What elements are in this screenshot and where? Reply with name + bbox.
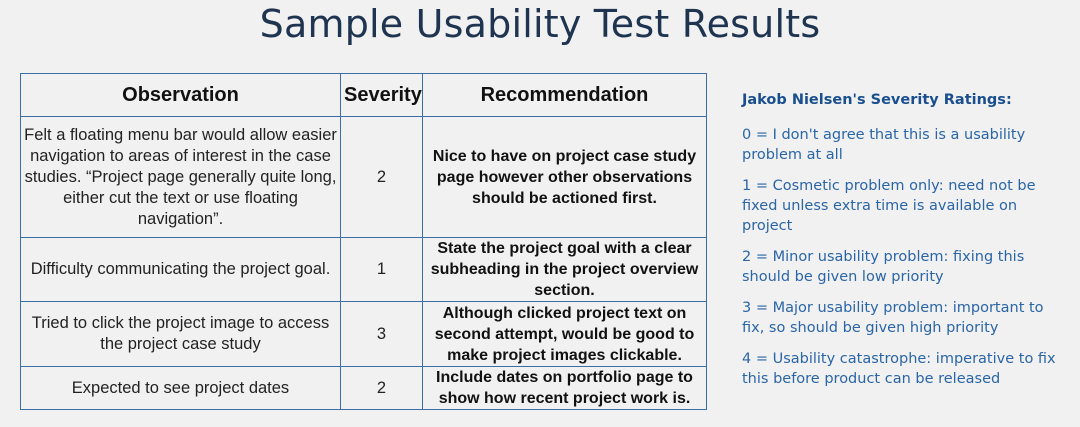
header-severity: Severity bbox=[340, 73, 423, 117]
header-recommendation: Recommendation bbox=[422, 73, 707, 117]
severity-cell: 1 bbox=[340, 237, 423, 302]
recommendation-cell: Although clicked project text on second … bbox=[422, 301, 707, 367]
recommendation-cell: Nice to have on project case study page … bbox=[422, 116, 707, 238]
severity-cell: 2 bbox=[340, 366, 423, 410]
ratings-heading: Jakob Nielsen's Severity Ratings: bbox=[742, 92, 1012, 108]
rating-item-1: 1 = Cosmetic problem only: need not be f… bbox=[742, 178, 1036, 234]
severity-ratings-panel: Jakob Nielsen's Severity Ratings: 0 = I … bbox=[742, 92, 1062, 400]
observation-cell: Expected to see project dates bbox=[20, 366, 341, 410]
header-observation: Observation bbox=[20, 73, 341, 117]
table-row: Expected to see project dates 2 Include … bbox=[20, 366, 707, 410]
recommendation-cell: State the project goal with a clear subh… bbox=[422, 237, 707, 302]
table-row: Difficulty communicating the project goa… bbox=[20, 237, 707, 302]
usability-results-table: Observation Severity Recommendation Felt… bbox=[20, 73, 707, 410]
table-header-row: Observation Severity Recommendation bbox=[20, 73, 707, 117]
rating-item-3: 3 = Major usability problem: important t… bbox=[742, 300, 1044, 336]
table-row: Felt a floating menu bar would allow eas… bbox=[20, 116, 707, 238]
rating-item-0: 0 = I don't agree that this is a usabili… bbox=[742, 127, 1026, 163]
rating-item-4: 4 = Usability catastrophe: imperative to… bbox=[742, 351, 1056, 387]
observation-cell: Difficulty communicating the project goa… bbox=[20, 237, 341, 302]
table-row: Tried to click the project image to acce… bbox=[20, 301, 707, 367]
severity-cell: 2 bbox=[340, 116, 423, 238]
observation-cell: Tried to click the project image to acce… bbox=[20, 301, 341, 367]
severity-cell: 3 bbox=[340, 301, 423, 367]
page-title: Sample Usability Test Results bbox=[259, 2, 821, 46]
rating-item-2: 2 = Minor usability problem: fixing this… bbox=[742, 249, 1025, 285]
recommendation-cell: Include dates on portfolio page to show … bbox=[422, 366, 707, 410]
observation-cell: Felt a floating menu bar would allow eas… bbox=[20, 116, 341, 238]
